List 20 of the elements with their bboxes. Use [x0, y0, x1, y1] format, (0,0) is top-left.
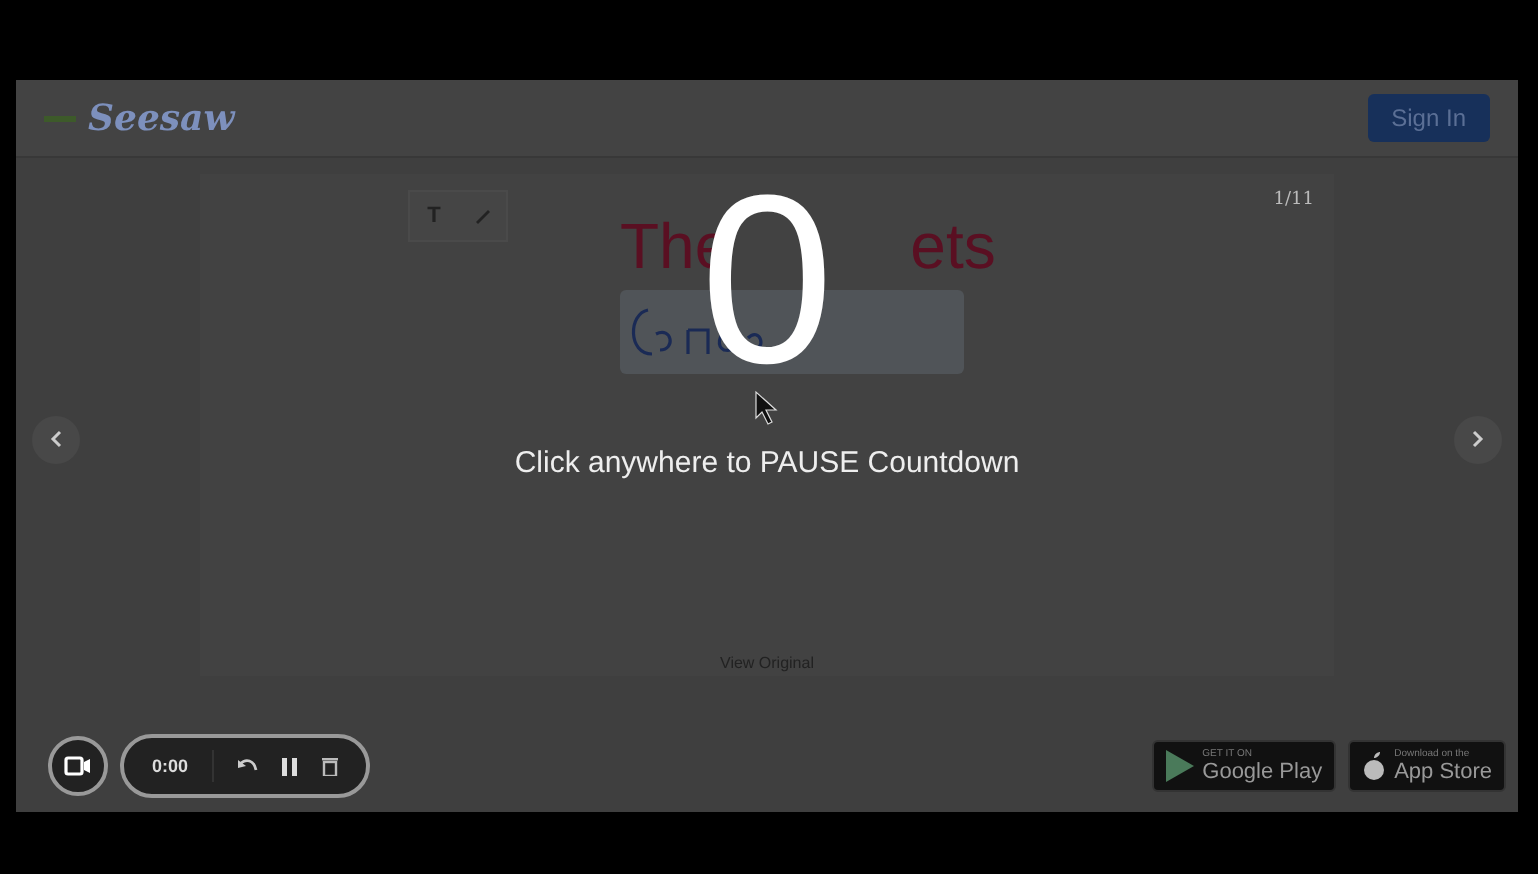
- page-counter: 1/11: [1273, 190, 1314, 210]
- camera-button[interactable]: [48, 736, 108, 796]
- recording-time: 0:00: [152, 756, 189, 776]
- badge-title: App Store: [1394, 759, 1492, 783]
- chevron-left-icon: [50, 430, 62, 448]
- apple-icon: [1362, 752, 1387, 780]
- play-icon: [1166, 750, 1195, 782]
- cursor-icon: [753, 390, 781, 426]
- next-button[interactable]: [1454, 415, 1502, 463]
- pen-icon: [472, 206, 492, 226]
- camera-icon: [64, 756, 92, 776]
- countdown-message: Click anywhere to PAUSE Countdown: [514, 446, 1020, 480]
- badge-title: Google Play: [1202, 759, 1323, 783]
- sign-in-button[interactable]: Sign In: [1367, 94, 1490, 142]
- chevron-right-icon: [1472, 430, 1484, 448]
- trash-icon[interactable]: [322, 756, 339, 776]
- previous-button[interactable]: [32, 415, 80, 463]
- undo-icon[interactable]: [238, 758, 259, 774]
- pause-icon[interactable]: [282, 757, 299, 775]
- logo-text: Seesaw: [88, 97, 235, 139]
